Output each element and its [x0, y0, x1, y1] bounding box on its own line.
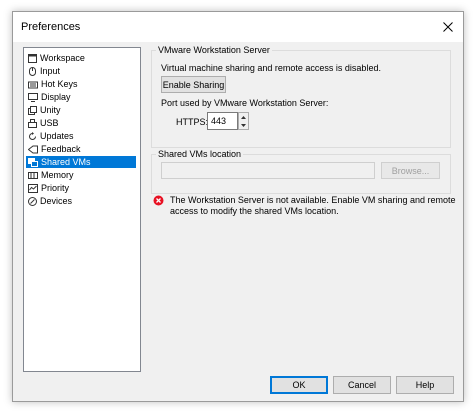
spin-down-icon[interactable]	[239, 121, 248, 129]
nav-item-shared-vms[interactable]: Shared VMs	[26, 156, 136, 168]
nav-item-unity[interactable]: Unity	[26, 104, 136, 116]
nav-item-feedback[interactable]: Feedback	[26, 143, 136, 155]
close-button[interactable]	[433, 12, 463, 42]
group-legend: VMware Workstation Server	[156, 45, 272, 55]
error-icon	[153, 195, 164, 206]
nav-item-usb[interactable]: USB	[26, 117, 136, 129]
feedback-icon	[28, 145, 38, 153]
enable-sharing-button[interactable]: Enable Sharing	[161, 76, 226, 93]
shared-vms-location-input[interactable]	[161, 162, 375, 179]
ok-button[interactable]: OK	[270, 376, 328, 394]
nav-item-updates[interactable]: Updates	[26, 130, 136, 142]
help-button[interactable]: Help	[396, 376, 454, 394]
error-message-line-2: access to modify the shared VMs location…	[170, 206, 339, 216]
error-message-line-1: The Workstation Server is not available.…	[170, 195, 456, 205]
memory-icon	[28, 171, 38, 179]
nav-item-input[interactable]: Input	[26, 65, 136, 77]
title-bar: Preferences	[13, 12, 463, 42]
nav-item-display[interactable]: Display	[26, 91, 136, 103]
shared-vms-icon	[28, 157, 38, 167]
updates-icon	[29, 131, 36, 140]
https-port-spinner[interactable]	[238, 112, 249, 130]
mouse-icon	[29, 66, 36, 76]
workspace-icon	[28, 53, 37, 63]
https-port-input[interactable]: 443	[207, 112, 238, 130]
nav-item-memory[interactable]: Memory	[26, 169, 136, 181]
nav-item-devices[interactable]: Devices	[26, 195, 136, 207]
cancel-button[interactable]: Cancel	[333, 376, 391, 394]
priority-icon	[28, 183, 38, 193]
category-list[interactable]: Workspace Input Hot Keys Display Unity U…	[23, 47, 141, 372]
port-label: Port used by VMware Workstation Server:	[161, 98, 329, 108]
unity-icon	[28, 105, 37, 115]
https-label: HTTPS:	[176, 117, 209, 127]
devices-icon	[28, 196, 37, 206]
nav-item-priority[interactable]: Priority	[26, 182, 136, 194]
group-legend: Shared VMs location	[156, 149, 244, 159]
preferences-dialog: Preferences Workspace Input Hot Keys Dis…	[12, 11, 464, 402]
nav-item-workspace[interactable]: Workspace	[26, 52, 136, 64]
browse-button[interactable]: Browse...	[381, 162, 440, 179]
sharing-status-text: Virtual machine sharing and remote acces…	[161, 63, 381, 73]
window-title: Preferences	[21, 21, 81, 33]
usb-icon	[28, 118, 37, 128]
monitor-icon	[28, 92, 38, 102]
spin-up-icon[interactable]	[239, 113, 248, 121]
close-icon	[443, 22, 453, 32]
keyboard-icon	[28, 81, 38, 88]
nav-item-hot-keys[interactable]: Hot Keys	[26, 78, 136, 90]
